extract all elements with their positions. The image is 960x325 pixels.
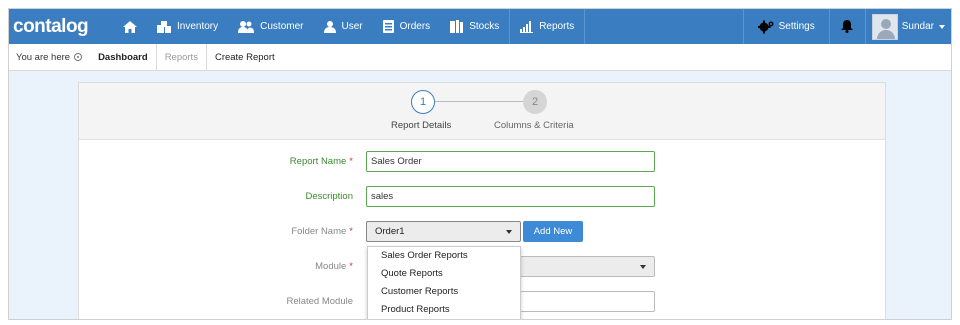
nav-user-label: User bbox=[341, 21, 363, 32]
gear-icon bbox=[757, 20, 774, 33]
breadcrumb-current: Create Report bbox=[214, 51, 275, 63]
related-module-input[interactable] bbox=[520, 291, 655, 312]
module-select[interactable] bbox=[520, 256, 655, 277]
bell-icon bbox=[841, 20, 854, 33]
nav-reports-label: Reports bbox=[539, 21, 575, 32]
breadcrumb-dashboard[interactable]: Dashboard bbox=[90, 43, 157, 71]
description-row: Description bbox=[79, 186, 887, 208]
nav-stocks-label: Stocks bbox=[469, 21, 500, 32]
orders-icon bbox=[382, 20, 394, 33]
notifications-button[interactable] bbox=[830, 9, 866, 44]
top-navbar: contalog Inventory Customer User Orders bbox=[9, 9, 951, 44]
breadcrumb-reports[interactable]: Reports bbox=[157, 43, 207, 71]
nav-home[interactable] bbox=[113, 9, 147, 44]
report-name-input[interactable] bbox=[366, 151, 655, 172]
module-label-text: Module bbox=[315, 261, 347, 272]
folder-name-row: Folder Name * Order1 Add New bbox=[79, 221, 887, 243]
dropdown-option[interactable]: Quote Reports bbox=[368, 265, 520, 283]
chevron-down-icon bbox=[640, 265, 646, 269]
customer-icon bbox=[238, 20, 255, 33]
report-name-label-text: Report Name bbox=[289, 156, 347, 167]
app-logo[interactable]: contalog bbox=[13, 16, 113, 38]
add-new-folder-button[interactable]: Add New bbox=[523, 221, 583, 242]
report-name-row: Report Name * bbox=[79, 151, 887, 173]
chevron-down-icon bbox=[939, 24, 945, 29]
step-2-indicator[interactable]: 2 bbox=[523, 90, 547, 114]
folder-name-label-text: Folder Name bbox=[291, 226, 347, 237]
folder-name-dropdown: Sales Order Reports Quote Reports Custom… bbox=[367, 246, 521, 319]
nav-customer[interactable]: Customer bbox=[228, 9, 313, 44]
avatar bbox=[871, 13, 898, 40]
chevron-down-icon bbox=[506, 230, 512, 234]
nav-user[interactable]: User bbox=[314, 9, 373, 44]
main-nav: Inventory Customer User Orders Stocks Re… bbox=[113, 9, 586, 44]
dropdown-option[interactable]: Sales Order Reports bbox=[368, 247, 520, 265]
step-1-indicator[interactable]: 1 bbox=[411, 90, 435, 114]
required-asterisk: * bbox=[349, 156, 353, 167]
folder-name-select[interactable]: Order1 bbox=[366, 221, 521, 242]
settings-button[interactable]: Settings bbox=[742, 9, 830, 44]
folder-name-value: Order1 bbox=[375, 226, 405, 237]
nav-stocks[interactable]: Stocks bbox=[440, 9, 509, 44]
user-icon bbox=[323, 20, 336, 33]
reports-icon bbox=[520, 20, 534, 33]
dropdown-option[interactable]: Product Reports bbox=[368, 301, 520, 319]
breadcrumb-prefix-label: You are here bbox=[16, 51, 71, 63]
app-window: contalog Inventory Customer User Orders bbox=[8, 8, 952, 320]
description-label: Description bbox=[305, 191, 353, 202]
user-name: Sundar bbox=[901, 21, 934, 32]
breadcrumb-prefix: You are here bbox=[9, 52, 90, 63]
stocks-icon bbox=[450, 20, 464, 33]
nav-right: Settings Sundar bbox=[742, 9, 951, 44]
related-module-label: Related Module bbox=[286, 296, 353, 307]
module-label: Module * bbox=[315, 261, 353, 272]
required-asterisk: * bbox=[349, 226, 353, 237]
nav-customer-label: Customer bbox=[260, 21, 304, 32]
wizard-steps: 1 2 Report Details Columns & Criteria bbox=[79, 83, 885, 140]
nav-inventory-label: Inventory bbox=[177, 21, 219, 32]
nav-orders-label: Orders bbox=[399, 21, 431, 32]
folder-name-label: Folder Name * bbox=[291, 226, 353, 237]
nav-orders[interactable]: Orders bbox=[373, 9, 441, 44]
step-connector bbox=[434, 101, 527, 102]
step-2-label: Columns & Criteria bbox=[494, 120, 574, 131]
inventory-icon bbox=[157, 20, 171, 33]
home-icon bbox=[123, 20, 137, 33]
breadcrumb: You are here Dashboard Reports Create Re… bbox=[9, 43, 951, 71]
nav-reports[interactable]: Reports bbox=[510, 9, 584, 44]
nav-inventory[interactable]: Inventory bbox=[147, 9, 228, 44]
user-menu[interactable]: Sundar bbox=[866, 9, 951, 44]
settings-label: Settings bbox=[778, 21, 815, 32]
step-1-label: Report Details bbox=[391, 120, 452, 131]
location-icon bbox=[74, 53, 83, 61]
required-asterisk: * bbox=[349, 261, 353, 272]
description-input[interactable] bbox=[366, 186, 655, 207]
nav-divider bbox=[584, 9, 586, 44]
dropdown-option[interactable]: Customer Reports bbox=[368, 283, 520, 301]
report-wizard-card: 1 2 Report Details Columns & Criteria Re… bbox=[78, 82, 887, 319]
report-name-label: Report Name * bbox=[290, 156, 353, 167]
